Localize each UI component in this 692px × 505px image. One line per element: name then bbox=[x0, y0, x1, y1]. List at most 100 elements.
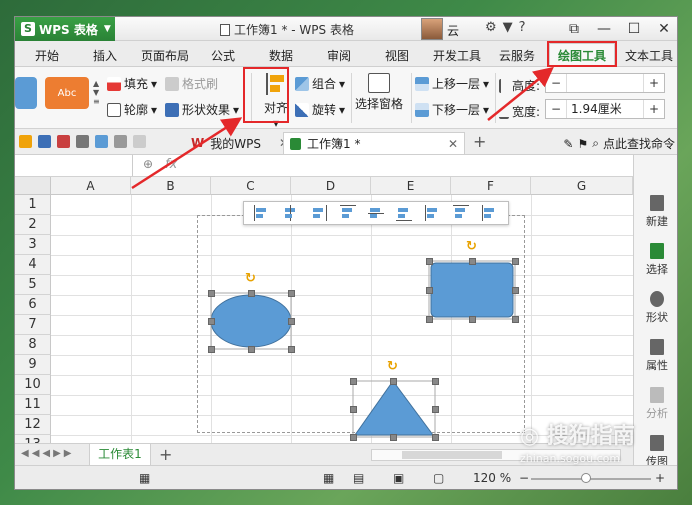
tab-formula[interactable]: 公式 bbox=[211, 47, 235, 64]
resize-handle[interactable] bbox=[248, 346, 255, 353]
tab-page-layout[interactable]: 页面布局 bbox=[141, 47, 189, 64]
tab-view[interactable]: 视图 bbox=[385, 47, 409, 64]
outline-button[interactable]: 轮廓 ▾ bbox=[107, 101, 157, 118]
skin-icon[interactable]: ⚙ bbox=[485, 20, 497, 35]
send-backward-button[interactable]: 下移一层 ▾ bbox=[415, 101, 489, 118]
rotate-handle-icon[interactable]: ↻ bbox=[466, 239, 477, 254]
resize-handle[interactable] bbox=[432, 378, 439, 385]
tab-text-tools[interactable]: 文本工具 bbox=[625, 47, 673, 64]
resize-handle[interactable] bbox=[432, 406, 439, 413]
group-button[interactable]: 组合 ▾ bbox=[295, 75, 345, 92]
resize-handle[interactable] bbox=[288, 318, 295, 325]
format-brush-button[interactable]: 格式刷 bbox=[165, 75, 218, 92]
resize-handle[interactable] bbox=[208, 290, 215, 297]
resize-handle[interactable] bbox=[426, 287, 433, 294]
more-icon[interactable] bbox=[133, 135, 146, 148]
resize-handle[interactable] bbox=[512, 316, 519, 323]
resize-handle[interactable] bbox=[390, 434, 397, 441]
minimize-icon[interactable]: — bbox=[589, 17, 619, 41]
side-select-button[interactable]: 选择 bbox=[634, 243, 677, 277]
resize-handle[interactable] bbox=[248, 290, 255, 297]
resize-handle[interactable] bbox=[208, 318, 215, 325]
sheet-nav-arrows-icon[interactable]: ◀◀◀▶▶ bbox=[21, 448, 74, 459]
restore-icon[interactable]: ⧉ bbox=[559, 17, 589, 41]
side-properties-button[interactable]: 属性 bbox=[634, 339, 677, 373]
undo-icon[interactable] bbox=[114, 135, 127, 148]
user-name[interactable]: 云 bbox=[447, 22, 459, 39]
resize-handle[interactable] bbox=[512, 287, 519, 294]
width-input[interactable]: 1.94厘米 bbox=[566, 100, 644, 118]
width-decrease-button[interactable]: − bbox=[546, 102, 566, 116]
open-icon[interactable] bbox=[19, 135, 32, 148]
command-search[interactable]: ✎ ⚑ ⌕ 点此查找命令 bbox=[563, 135, 675, 152]
tab-insert[interactable]: 插入 bbox=[93, 47, 117, 64]
rounded-rectangle-shape[interactable] bbox=[430, 262, 514, 318]
shirt-icon[interactable]: ▼ bbox=[503, 20, 513, 35]
tab-my-wps[interactable]: W 我的WPS ✕ bbox=[185, 132, 295, 154]
resize-handle[interactable] bbox=[469, 258, 476, 265]
tab-cloud[interactable]: 云服务 bbox=[499, 47, 535, 64]
side-new-button[interactable]: 新建 bbox=[634, 195, 677, 229]
preview-icon[interactable] bbox=[95, 135, 108, 148]
ellipse-shape[interactable] bbox=[210, 294, 292, 348]
help-icon[interactable]: ? bbox=[519, 20, 526, 35]
status-sheet-icon[interactable]: ▦ bbox=[139, 471, 150, 485]
height-increase-button[interactable]: + bbox=[644, 76, 664, 90]
width-increase-button[interactable]: + bbox=[644, 102, 664, 116]
rotate-button[interactable]: 旋转 ▾ bbox=[295, 101, 345, 118]
resize-handle[interactable] bbox=[350, 434, 357, 441]
resize-handle[interactable] bbox=[208, 346, 215, 353]
resize-handle[interactable] bbox=[432, 434, 439, 441]
export-pdf-icon[interactable] bbox=[57, 135, 70, 148]
height-input[interactable] bbox=[566, 74, 644, 92]
spreadsheet-grid[interactable]: A B C D E F G 1 2 3 4 5 6 7 8 9 10 11 12… bbox=[15, 177, 633, 443]
fill-button[interactable]: 填充 ▾ bbox=[107, 75, 157, 92]
shape-style-blue[interactable] bbox=[15, 77, 37, 109]
zoom-in-icon[interactable]: + bbox=[655, 471, 665, 485]
triangle-shape[interactable] bbox=[354, 380, 434, 436]
sheet-tab[interactable]: 工作表1 bbox=[89, 444, 151, 466]
tab-developer[interactable]: 开发工具 bbox=[433, 47, 481, 64]
shape-style-orange[interactable]: Abc bbox=[45, 77, 89, 109]
resize-handle[interactable] bbox=[350, 406, 357, 413]
resize-handle[interactable] bbox=[288, 346, 295, 353]
height-decrease-button[interactable]: − bbox=[546, 76, 566, 90]
bug-icon[interactable]: ✎ bbox=[563, 137, 573, 151]
add-sheet-button[interactable]: + bbox=[159, 445, 172, 464]
selection-pane-button[interactable]: 选择窗格 bbox=[355, 73, 403, 112]
reading-mode-icon[interactable]: ▢ bbox=[433, 471, 444, 485]
zoom-slider[interactable] bbox=[531, 478, 651, 480]
resize-handle[interactable] bbox=[288, 290, 295, 297]
zoom-out-icon[interactable]: − bbox=[519, 471, 529, 485]
resize-handle[interactable] bbox=[469, 316, 476, 323]
rotate-handle-icon[interactable]: ↻ bbox=[387, 359, 398, 374]
side-analysis-button[interactable]: 分析 bbox=[634, 387, 677, 421]
resize-handle[interactable] bbox=[426, 316, 433, 323]
resize-handle[interactable] bbox=[390, 378, 397, 385]
tab-review[interactable]: 审阅 bbox=[327, 47, 351, 64]
normal-view-icon[interactable]: ▦ bbox=[323, 471, 334, 485]
fx-icon[interactable]: fx bbox=[165, 157, 177, 172]
width-stepper[interactable]: − 1.94厘米 + bbox=[545, 99, 665, 119]
resize-handle[interactable] bbox=[350, 378, 357, 385]
bring-forward-button[interactable]: 上移一层 ▾ bbox=[415, 75, 489, 92]
hint-icon[interactable]: ⚑ bbox=[577, 137, 588, 151]
close-tab-icon[interactable]: ✕ bbox=[448, 137, 458, 151]
avatar[interactable] bbox=[421, 18, 443, 40]
shape-effects-button[interactable]: 形状效果 ▾ bbox=[165, 101, 239, 118]
app-menu-button[interactable]: S WPS 表格 ▼ bbox=[15, 17, 115, 41]
rotate-handle-icon[interactable]: ↻ bbox=[245, 271, 256, 286]
name-box[interactable] bbox=[15, 155, 133, 176]
zoom-lens-icon[interactable]: ⊕ bbox=[143, 157, 153, 171]
page-layout-view-icon[interactable]: ▤ bbox=[353, 471, 364, 485]
resize-handle[interactable] bbox=[426, 258, 433, 265]
style-scroll-icon[interactable]: ▲ ▼ ≡ bbox=[93, 79, 100, 106]
tab-workbook[interactable]: 工作簿1 * ✕ bbox=[283, 132, 465, 154]
height-stepper[interactable]: − + bbox=[545, 73, 665, 93]
print-icon[interactable] bbox=[76, 135, 89, 148]
close-icon[interactable]: ✕ bbox=[649, 17, 677, 41]
tab-home[interactable]: 开始 bbox=[35, 47, 59, 64]
tab-data[interactable]: 数据 bbox=[269, 47, 293, 64]
scrollbar-thumb[interactable] bbox=[402, 451, 502, 459]
maximize-icon[interactable]: ☐ bbox=[619, 17, 649, 41]
